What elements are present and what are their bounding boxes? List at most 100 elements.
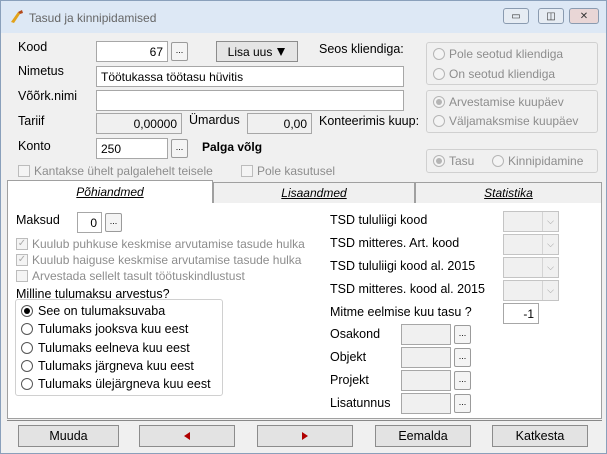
seos-radio-0[interactable] <box>433 48 445 60</box>
maximize-icon: ◫ <box>546 10 556 22</box>
kantakse-label: Kantakse ühelt palgalehelt teisele <box>34 164 213 178</box>
eemalda-label: Eemalda <box>398 429 448 443</box>
tab-lisaandmed[interactable]: Lisaandmed <box>213 182 415 203</box>
mitme-label: Mitme eelmise kuu tasu ? <box>330 305 472 319</box>
maximize-button[interactable]: ◫ <box>538 8 564 24</box>
konto-name: Palga võlg <box>202 140 263 154</box>
tsd-combo-3[interactable]: ⌵ <box>503 280 559 301</box>
check-haigus[interactable]: ✓ <box>16 254 28 266</box>
tulumaks-radio-2[interactable] <box>21 342 33 354</box>
tariif-input[interactable]: 0,00000 <box>96 113 182 134</box>
umardus-input[interactable]: 0,00 <box>247 113 312 134</box>
osakond-lookup-button[interactable]: ... <box>454 325 471 344</box>
kantakse-checkbox[interactable] <box>18 165 30 177</box>
muuda-button[interactable]: Muuda <box>18 425 119 447</box>
lisatunnus-input[interactable] <box>401 393 451 414</box>
konteerimis-label: Konteerimis kuup: <box>319 114 420 128</box>
dialog-window: Tasud ja kinnipidamised ▭ ◫ ✕ Kood 67 ..… <box>0 0 607 454</box>
dim-label-1: Objekt <box>330 350 367 364</box>
tulumaks-radio-4[interactable] <box>21 378 33 390</box>
pole-kasutusel-checkbox[interactable] <box>241 165 253 177</box>
tsd-combo-2[interactable]: ⌵ <box>503 257 559 278</box>
eemalda-button[interactable]: Eemalda <box>375 425 471 447</box>
tsd-label-0: TSD tululiigi kood <box>330 213 428 227</box>
footer-divider <box>7 420 602 421</box>
kuup-radio-1[interactable] <box>433 115 445 127</box>
konto-input[interactable]: 250 <box>96 138 168 159</box>
tulumaks-radio-0[interactable] <box>21 305 33 317</box>
previous-button[interactable] <box>139 425 235 447</box>
tulumaks-option-0: See on tulumaksuvaba <box>38 304 166 318</box>
maksud-input[interactable]: 0 <box>77 212 102 233</box>
liik-radio-1[interactable] <box>492 155 504 167</box>
projekt-input[interactable] <box>401 370 451 391</box>
kood-label: Kood <box>18 40 48 54</box>
app-icon <box>11 10 23 23</box>
tulumaks-option-2: Tulumaks eelneva kuu eest <box>38 341 190 355</box>
nimetus-label: Nimetus <box>18 64 64 78</box>
lisa-uus-label: Lisa uus <box>227 44 273 59</box>
mitme-input[interactable]: -1 <box>503 303 539 324</box>
dim-label-0: Osakond <box>330 327 381 341</box>
arrow-right-icon <box>302 432 308 440</box>
dropdown-arrow-icon <box>277 47 286 56</box>
maksud-lookup-button[interactable]: ... <box>105 213 122 232</box>
chevron-down-icon: ⌵ <box>542 258 558 277</box>
tsd-label-2: TSD tululiigi kood al. 2015 <box>330 259 476 273</box>
next-button[interactable] <box>257 425 353 447</box>
voork-input[interactable] <box>96 90 404 111</box>
dim-label-2: Projekt <box>330 373 369 387</box>
kuup-option-1: Väljamaksmise kuupäev <box>449 114 579 128</box>
liik-option-1: Kinnipidamine <box>508 154 584 168</box>
tab-statistika[interactable]: Statistika <box>415 182 602 203</box>
tsd-combo-0[interactable]: ⌵ <box>503 211 559 232</box>
tulumaks-radio-1[interactable] <box>21 323 33 335</box>
tulumaks-option-3: Tulumaks järgneva kuu eest <box>38 359 194 373</box>
maksud-label: Maksud <box>16 213 60 227</box>
objekt-input[interactable] <box>401 347 451 368</box>
tsd-label-1: TSD mitteres. Art. kood <box>330 236 460 250</box>
dim-label-3: Lisatunnus <box>330 396 391 410</box>
objekt-lookup-button[interactable]: ... <box>454 348 471 367</box>
check-tootus[interactable] <box>16 270 28 282</box>
tsd-label-3: TSD mitteres. kood al. 2015 <box>330 282 485 296</box>
umardus-label: Ümardus <box>189 113 240 127</box>
kuup-option-0: Arvestamise kuupäev <box>449 95 564 109</box>
konto-lookup-button[interactable]: ... <box>171 139 188 158</box>
tulumaks-radio-3[interactable] <box>21 360 33 372</box>
seos-radio-1[interactable] <box>433 68 445 80</box>
tariif-label: Tariif <box>18 114 45 128</box>
projekt-lookup-button[interactable]: ... <box>454 371 471 390</box>
tab-pohiandmed[interactable]: Põhiandmed <box>7 180 213 203</box>
tsd-combo-1[interactable]: ⌵ <box>503 234 559 255</box>
window-title: Tasud ja kinnipidamised <box>29 11 157 25</box>
osakond-input[interactable] <box>401 324 451 345</box>
minimize-button[interactable]: ▭ <box>503 8 529 24</box>
kood-lookup-button[interactable]: ... <box>171 42 188 61</box>
check-puhkus[interactable]: ✓ <box>16 238 28 250</box>
arrow-left-icon <box>184 432 190 440</box>
title-bar[interactable]: Tasud ja kinnipidamised ▭ ◫ ✕ <box>1 1 606 33</box>
voork-label: Võõrk.nimi <box>18 89 78 103</box>
nimetus-input[interactable]: Töötukassa töötasu hüvitis <box>96 66 404 87</box>
tulumaks-option-4: Tulumaks ülejärgneva kuu eest <box>38 377 211 391</box>
katkesta-label: Katkesta <box>515 429 565 443</box>
seos-label: Seos kliendiga: <box>319 42 404 56</box>
katkesta-button[interactable]: Katkesta <box>492 425 588 447</box>
liik-radio-0[interactable] <box>433 155 445 167</box>
check-tootus-label: Arvestada sellelt tasult töötuskindlustu… <box>32 269 245 283</box>
tulumaks-option-1: Tulumaks jooksva kuu eest <box>38 322 189 336</box>
check-haigus-label: Kuulub haiguse keskmise arvutamise tasud… <box>32 253 302 267</box>
muuda-label: Muuda <box>49 429 88 443</box>
chevron-down-icon: ⌵ <box>542 281 558 300</box>
kuup-radio-0[interactable] <box>433 96 445 108</box>
pole-kasutusel-label: Pole kasutusel <box>257 164 336 178</box>
close-button[interactable]: ✕ <box>569 8 599 24</box>
kood-input[interactable]: 67 <box>96 41 168 62</box>
konto-label: Konto <box>18 139 51 153</box>
seos-option-1: On seotud kliendiga <box>449 67 556 81</box>
close-icon: ✕ <box>579 10 589 22</box>
lisatunnus-lookup-button[interactable]: ... <box>454 394 471 413</box>
check-puhkus-label: Kuulub puhkuse keskmise arvutamise tasud… <box>32 237 305 251</box>
lisa-uus-button[interactable]: Lisa uus <box>216 41 298 62</box>
